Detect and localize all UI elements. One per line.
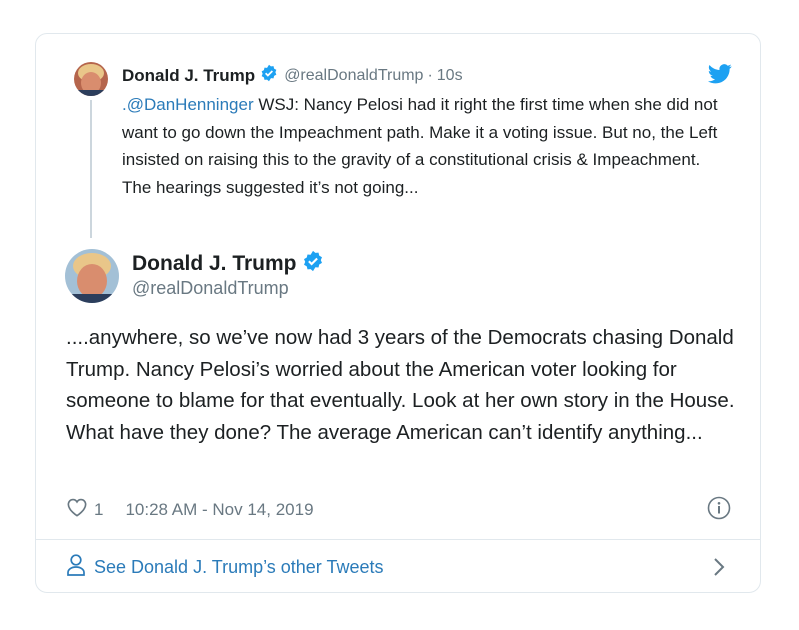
twitter-bird-icon[interactable] bbox=[708, 64, 732, 84]
see-other-tweets-link[interactable]: See Donald J. Trump’s other Tweets bbox=[66, 554, 384, 581]
footer-divider bbox=[36, 539, 760, 540]
parent-tweet-time[interactable]: 10s bbox=[437, 67, 463, 85]
info-icon[interactable] bbox=[707, 496, 731, 520]
chevron-right-icon[interactable] bbox=[712, 556, 726, 578]
tweet-meta-row: 1 10:28 AM - Nov 14, 2019 bbox=[66, 497, 314, 522]
verified-badge-icon bbox=[260, 64, 278, 87]
parent-author-name[interactable]: Donald J. Trump bbox=[122, 66, 255, 86]
verified-badge-icon bbox=[302, 250, 324, 277]
main-author-row: Donald J. Trump bbox=[132, 250, 324, 277]
see-other-tweets-label[interactable]: See Donald J. Trump’s other Tweets bbox=[94, 557, 384, 578]
parent-tweet-avatar[interactable] bbox=[74, 62, 108, 96]
main-tweet-text: ....anywhere, so we’ve now had 3 years o… bbox=[66, 326, 735, 444]
parent-tweet-header: Donald J. Trump @realDonaldTrump · 10s bbox=[122, 64, 463, 87]
parent-tweet-text: .@DanHenninger WSJ: Nancy Pelosi had it … bbox=[122, 91, 722, 201]
like-count[interactable]: 1 bbox=[94, 500, 103, 520]
main-author-name[interactable]: Donald J. Trump bbox=[132, 252, 297, 276]
parent-author-handle[interactable]: @realDonaldTrump bbox=[284, 67, 423, 85]
person-icon bbox=[66, 554, 86, 581]
tweet-timestamp[interactable]: 10:28 AM - Nov 14, 2019 bbox=[125, 500, 313, 520]
thread-connector-line bbox=[90, 100, 92, 238]
mention-link[interactable]: .@DanHenninger bbox=[122, 95, 254, 114]
header-separator: · bbox=[427, 66, 433, 84]
heart-icon[interactable] bbox=[66, 497, 88, 522]
main-tweet-avatar[interactable] bbox=[65, 249, 119, 303]
main-author-handle[interactable]: @realDonaldTrump bbox=[132, 278, 289, 299]
